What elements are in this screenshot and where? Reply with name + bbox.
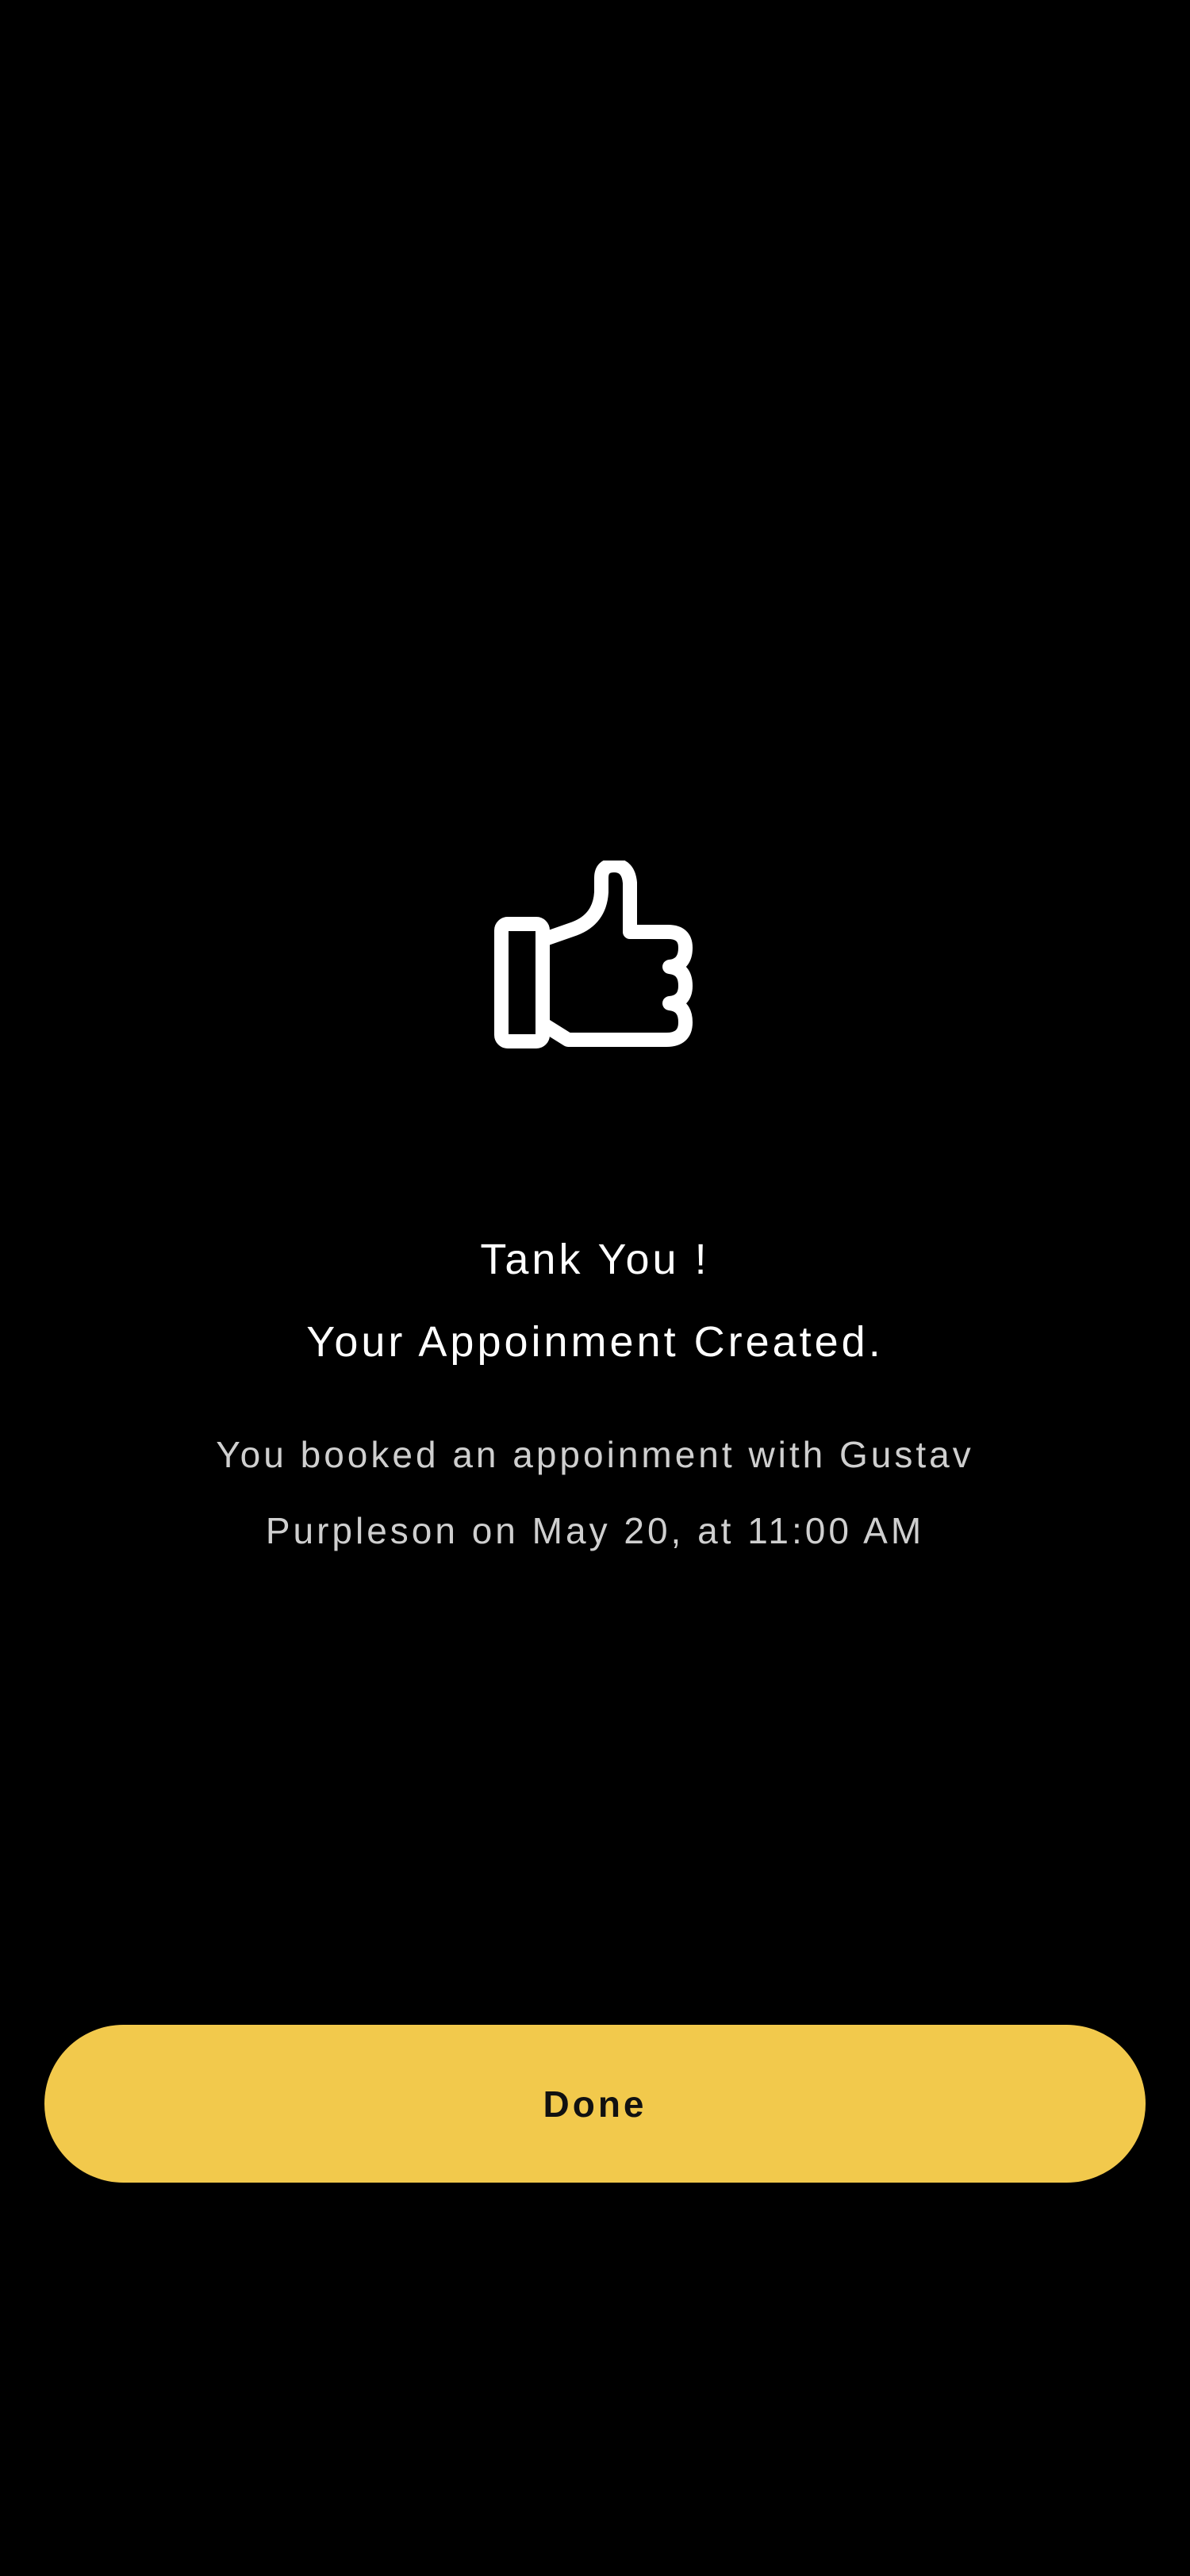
confirmation-title: Tank You ! <box>480 1236 710 1283</box>
appointment-message-line-1: You booked an appoinment with Gustav <box>216 1434 974 1475</box>
confirmation-screen: Tank You ! Your Appoinment Created. You … <box>0 0 1190 2576</box>
appointment-message-line-2: Purpleson on May 20, at 11:00 AM <box>265 1510 925 1551</box>
confirmation-subtitle: Your Appoinment Created. <box>306 1318 884 1366</box>
done-button-label: Done <box>543 2083 647 2125</box>
thumbs-up-icon <box>492 861 698 1051</box>
done-button[interactable]: Done <box>44 2025 1146 2183</box>
